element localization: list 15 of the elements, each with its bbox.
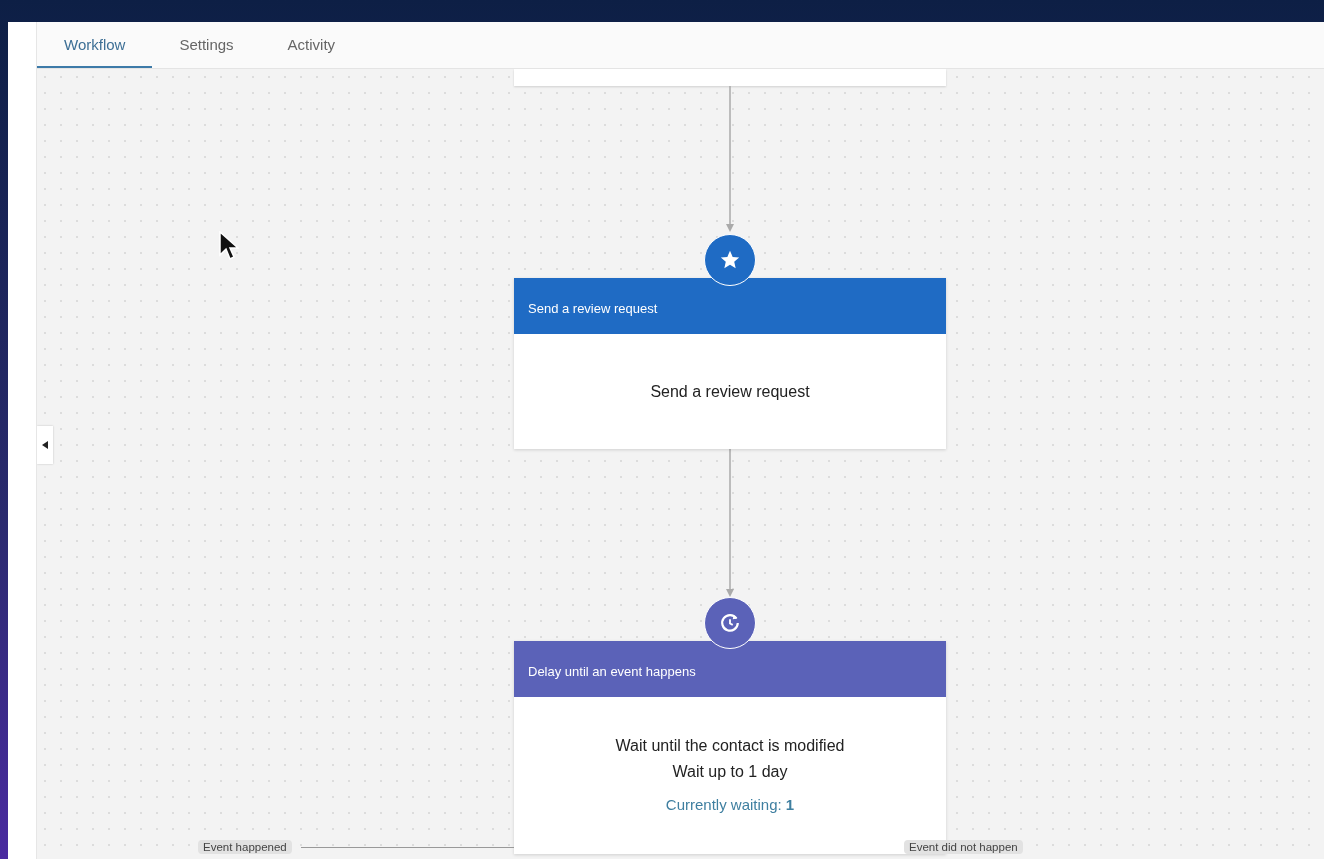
branch-label: Event happened	[198, 840, 292, 854]
tab[interactable]: Activity	[260, 22, 363, 68]
card-text: Send a review request	[650, 381, 810, 402]
card-title: Delay until an event happens	[528, 663, 696, 679]
caret-icon	[42, 441, 48, 449]
card-text: Wait up to 1 day	[672, 762, 788, 782]
waiting-count: Currently waiting: 1	[665, 796, 795, 813]
card-title: Send a review request	[528, 300, 658, 316]
collapse-button[interactable]	[37, 426, 53, 464]
pointer-icon	[219, 231, 239, 261]
branch-label: Event did not happen	[904, 840, 1023, 854]
card-text: Wait until the contact is modified	[615, 736, 845, 756]
clock-icon	[704, 597, 756, 649]
workflow-card[interactable]: Send a review request Send a review request	[514, 278, 946, 449]
tab[interactable]: Settings	[152, 22, 261, 68]
